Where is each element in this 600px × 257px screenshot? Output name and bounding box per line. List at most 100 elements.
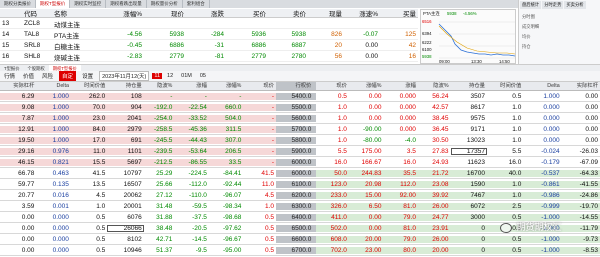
tab-option-category[interactable]: 期权分类报价 — [0, 0, 36, 8]
call-open-interest: 1101 — [107, 147, 144, 155]
option-col-header[interactable]: 持仓量 — [107, 82, 143, 90]
tab-post-stats[interactable]: 盘后统计 — [520, 1, 542, 9]
option-row[interactable]: 59.77 0.135 13.5 16507 25.66 -112.0 -92.44 11.0… — [0, 179, 600, 190]
settings-button[interactable]: 设置 — [78, 72, 97, 80]
option-row[interactable]: 66.78 0.463 41.5 10797 25.29 -224.5 -84.41 41.5… — [0, 168, 600, 179]
option-row[interactable]: 46.15 0.821 15.5 5697 -212.5 -86.55 33.5-6000.… — [0, 157, 600, 168]
futures-row[interactable]: 16 SHL8 烧碱主连 -2.83 2779 -81 2779 2780 56… — [0, 52, 418, 62]
option-col-header[interactable]: 涨幅% — [349, 82, 384, 90]
tab-option-volume-price[interactable]: 期权量价分析 — [147, 0, 183, 8]
row-bid-vol: 16 — [408, 53, 416, 60]
call-time-value: 1.0 — [70, 202, 108, 210]
option-row[interactable]: 7.87 1.000 23.0 2041 -254.0 -33.52 504.0-5600.… — [0, 113, 600, 124]
call-leverage: 19.50 — [0, 136, 37, 144]
option-col-header[interactable]: 持仓量 — [451, 82, 487, 90]
option-row[interactable]: 12.91 1.000 84.0 2979 -258.5 -45.36 311.5-5700… — [0, 124, 600, 135]
panel-line[interactable]: 均价 — [522, 34, 531, 40]
strike-price: 5400.0 — [275, 92, 317, 100]
value-button[interactable]: 价值 — [19, 72, 38, 80]
option-col-header[interactable]: 实际杠杆 — [562, 82, 600, 90]
option-col-header[interactable]: 涨幅 — [383, 82, 418, 90]
option-row[interactable]: 29.16 0.976 11.0 1101 -239.5 -53.64 206.5-5900… — [0, 146, 600, 157]
col-vol[interactable]: 现量 — [308, 8, 344, 18]
option-col-header[interactable]: Delta — [523, 82, 561, 90]
put-change: -4.0 — [383, 136, 418, 144]
call-leverage: 66.78 — [0, 169, 37, 177]
futures-row[interactable]: 13 ZCL8 动煤主连 — [0, 19, 418, 29]
month-05-button[interactable]: 05 — [196, 73, 210, 79]
call-time-value: 0.5 — [70, 246, 108, 254]
option-col-header[interactable]: 隐波% — [418, 82, 451, 90]
option-row[interactable]: 19.50 1.000 17.0 691 -245.5 -44.43 307.0-5800.… — [0, 135, 600, 146]
custom-button[interactable]: 自定 — [59, 71, 77, 81]
put-delta: -0.537 — [523, 169, 562, 177]
option-col-header[interactable]: 隐波% — [144, 82, 175, 90]
option-row[interactable]: 0.00 0.000 0.5 8102 42.71 -14.5 -96.67 0.5 6600.… — [0, 234, 600, 245]
tab-intraday[interactable]: 分时走势 — [542, 1, 564, 9]
month-11-button[interactable]: 11 — [152, 73, 163, 79]
option-row[interactable]: 3.59 0.001 1.0 20001 31.48 -59.5 -98.34 1.0 6300… — [0, 201, 600, 212]
col-chg[interactable]: 涨跌 — [186, 8, 226, 18]
call-delta: 0.000 — [36, 213, 71, 221]
expiry-date-select[interactable]: 2023年11月12(天) — [99, 71, 150, 81]
option-row[interactable]: 9.08 1.000 70.0 904 -192.0 -22.54 660.0-5500.0… — [0, 102, 600, 113]
option-col-header[interactable]: 涨幅% — [209, 82, 244, 90]
tab-option-put-volume[interactable]: 期权看跌出现量 — [106, 0, 147, 8]
call-open-interest: 8102 — [107, 235, 144, 243]
option-row[interactable]: 0.00 0.000 0.5 10946 51.37 -9.5 -95.00 0.5 6700.… — [0, 245, 600, 256]
put-leverage: 0.00 — [561, 92, 600, 100]
month-01-button[interactable]: 01M — [177, 73, 196, 79]
put-open-interest: 7467 — [450, 191, 487, 199]
col-bid[interactable]: 买价 — [226, 8, 268, 18]
tab-option-monitor[interactable]: 期权实时监控 — [70, 0, 107, 8]
panel-line[interactable]: 持仓 — [522, 44, 531, 50]
option-col-header[interactable]: 时间价值 — [71, 82, 107, 90]
futures-row[interactable]: 14 TAL8 PTA主连 -4.56 5938 -284 5936 5938 … — [0, 30, 418, 40]
option-col-header[interactable]: 实际杠杆 — [0, 82, 36, 90]
option-col-header[interactable]: 现价 — [243, 82, 276, 90]
put-price: 1.0 — [316, 136, 349, 144]
option-col-header[interactable]: 行权价 — [275, 82, 317, 90]
option-col-header[interactable]: 现价 — [316, 82, 349, 90]
option-row[interactable]: 6.29 1.000 262.0 108- - - -5400.0 0.5 0.00 0.000 5… — [0, 91, 600, 102]
call-price: 1.0 — [243, 202, 276, 210]
call-open-interest: 691 — [107, 136, 144, 144]
row-bid-vol: 125 — [405, 31, 416, 38]
put-iv: 24.77 — [417, 213, 451, 221]
option-col-header[interactable]: 涨幅 — [174, 82, 209, 90]
option-col-header[interactable]: 时间价值 — [487, 82, 523, 90]
panel-line[interactable]: 成交明细 — [522, 24, 539, 30]
put-iv: 24.93 — [417, 158, 451, 166]
mini-chart-title: PTA主连 — [423, 11, 440, 16]
call-time-value: 23.0 — [70, 114, 108, 122]
futures-row[interactable]: 15 SRL8 白糖主连 -0.45 6886 -31 6886 6887 20… — [0, 41, 418, 51]
col-chg-pct[interactable]: 涨幅% — [102, 8, 144, 18]
tab-trade-analysis[interactable]: 买卖分析 — [564, 1, 586, 9]
mini-intraday-chart[interactable]: PTA主连 5938 -4.56% 6516 6394 6222 6100 59… — [420, 9, 516, 64]
col-code[interactable]: 代码 — [22, 8, 52, 18]
put-time-value: 0.5 — [486, 92, 524, 100]
put-time-value: 1.0 — [486, 125, 524, 133]
col-ask[interactable]: 卖价 — [268, 8, 308, 18]
row-ask: 5938 — [291, 31, 306, 38]
risk-button[interactable]: 风险 — [38, 72, 57, 80]
tab-option-t-quote[interactable]: 期权T型报价 — [36, 0, 71, 8]
option-row[interactable]: 20.77 0.016 4.5 20062 27.12 -110.0 -96.07 4.5 62… — [0, 190, 600, 201]
row-code: ZCL8 — [24, 20, 40, 27]
col-name[interactable]: 名称 — [52, 8, 102, 18]
tab-arbitrage[interactable]: 套利组合 — [183, 0, 210, 8]
col-price[interactable]: 现价 — [144, 8, 186, 18]
col-bid-vol[interactable]: 买量 — [380, 8, 418, 18]
col-speed[interactable]: 涨速% — [344, 8, 380, 18]
quote-button[interactable]: 行情 — [0, 72, 19, 80]
row-code: TAL8 — [24, 31, 40, 38]
call-change: -53.64 — [174, 147, 209, 155]
option-col-header[interactable]: Delta — [36, 82, 71, 90]
put-change: 79.0 — [383, 235, 418, 243]
panel-line[interactable]: 分时图 — [522, 14, 535, 20]
month-12-button[interactable]: 12 — [163, 73, 177, 79]
call-open-interest: 904 — [107, 103, 144, 111]
row-bid-vol: 42 — [408, 42, 416, 49]
scale-label: 6100 — [422, 47, 432, 52]
right-panel-tabs: 盘后统计 分时走势 买卖分析 — [519, 0, 600, 10]
